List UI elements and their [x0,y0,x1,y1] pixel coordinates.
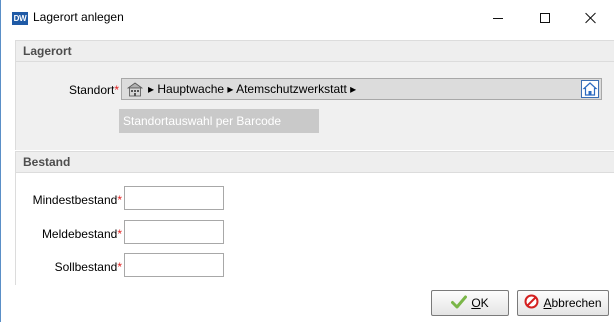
section-body-lagerort [15,62,614,150]
close-icon [585,12,597,24]
app-icon: DW [12,12,28,25]
cancel-button-label: Abbrechen [543,296,602,310]
close-button[interactable] [568,0,614,35]
dialog-window: DW Lagerort anlegen Lagerort Standort* ▸… [0,0,614,322]
required-mark: * [114,83,119,97]
home-icon [582,82,598,96]
cancel-button[interactable]: Abbrechen [517,290,609,316]
required-mark: * [117,193,122,207]
building-icon [126,82,144,97]
required-mark: * [117,260,122,274]
title-bar[interactable]: DW Lagerort anlegen [1,0,614,35]
checkmark-icon [451,295,468,312]
minimize-icon [493,18,503,19]
minimize-button[interactable] [475,0,521,35]
barcode-location-button[interactable]: Standortauswahl per Barcode [119,109,319,133]
ok-button-label: OK [471,296,489,310]
standort-label: Standort* [68,83,119,97]
cancel-icon [524,294,539,312]
mindestbestand-input[interactable] [124,186,224,210]
location-path-bar[interactable]: ▸ Hauptwache ▸ Atemschutzwerkstatt ▸ [121,78,602,100]
required-mark: * [117,227,122,241]
home-location-button[interactable] [581,80,599,98]
sollbestand-label: Sollbestand* [54,260,122,274]
mindestbestand-label: Mindestbestand* [32,193,122,207]
window-title: Lagerort anlegen [33,10,124,24]
maximize-button[interactable] [522,0,568,35]
location-path-text: ▸ Hauptwache ▸ Atemschutzwerkstatt ▸ [148,82,357,96]
ok-button[interactable]: OK [431,290,509,316]
section-header-bestand: Bestand [15,151,614,173]
meldebestand-input[interactable] [124,220,224,244]
maximize-icon [540,12,550,23]
sollbestand-input[interactable] [124,253,224,277]
meldebestand-label: Meldebestand* [41,227,122,241]
section-header-lagerort: Lagerort [15,40,614,62]
